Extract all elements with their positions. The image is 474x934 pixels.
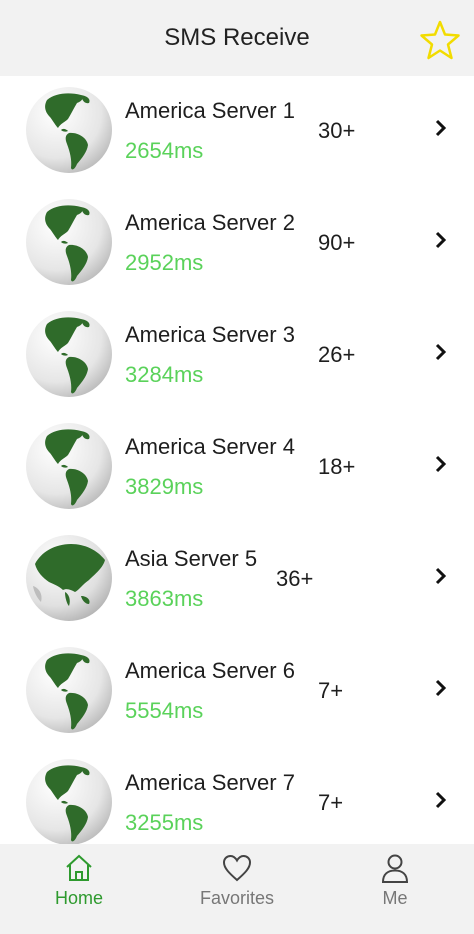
server-latency: 3863ms (125, 586, 204, 611)
americas-globe-icon (26, 87, 112, 173)
server-latency: 3255ms (125, 810, 204, 835)
americas-globe-icon (26, 759, 112, 844)
app-screen: SMS Receive America Server 1 2654ms 30+ … (0, 0, 474, 934)
app-header: SMS Receive (0, 0, 474, 76)
heart-icon (222, 854, 252, 882)
server-name: America Server 2 (125, 210, 295, 235)
server-latency: 5554ms (125, 698, 204, 723)
server-count: 7+ (318, 678, 344, 703)
server-count: 30+ (318, 118, 356, 143)
server-count: 26+ (318, 342, 356, 367)
americas-globe-icon (26, 647, 112, 733)
server-row[interactable]: America Server 7 3255ms 7+ (0, 748, 474, 844)
chevron-right-icon (435, 343, 447, 361)
americas-globe-icon (26, 423, 112, 509)
server-count: 36+ (276, 566, 314, 591)
server-count: 7+ (318, 790, 344, 815)
asia-globe-icon (26, 535, 112, 621)
chevron-right-icon (435, 679, 447, 697)
nav-home-label: Home (54, 888, 103, 908)
star-icon (420, 20, 460, 60)
nav-me[interactable]: Me (316, 844, 474, 934)
chevron-right-icon (435, 119, 447, 137)
server-name: America Server 1 (125, 98, 295, 123)
server-count: 90+ (318, 230, 356, 255)
bottom-navigation: Home Favorites Me (0, 844, 474, 934)
americas-globe-icon (26, 311, 112, 397)
server-row[interactable]: America Server 3 3284ms 26+ (0, 300, 474, 412)
server-list: America Server 1 2654ms 30+ America Serv… (0, 76, 474, 844)
chevron-right-icon (435, 567, 447, 585)
server-name: Asia Server 5 (125, 546, 258, 571)
nav-home[interactable]: Home (0, 844, 158, 934)
server-name: America Server 4 (125, 434, 295, 459)
server-name: America Server 3 (125, 322, 295, 347)
server-row[interactable]: America Server 2 2952ms 90+ (0, 188, 474, 300)
server-latency: 2654ms (125, 138, 204, 163)
server-row[interactable]: America Server 6 5554ms 7+ (0, 636, 474, 748)
server-count: 18+ (318, 454, 356, 479)
nav-favorites-label: Favorites (199, 888, 275, 908)
server-name: America Server 6 (125, 658, 295, 683)
server-latency: 3829ms (125, 474, 204, 499)
favorite-star-button[interactable] (418, 18, 462, 62)
server-row[interactable]: America Server 1 2654ms 30+ (0, 76, 474, 188)
americas-globe-icon (26, 199, 112, 285)
user-icon (381, 854, 409, 883)
page-title: SMS Receive (164, 24, 310, 51)
chevron-right-icon (435, 455, 447, 473)
server-latency: 3284ms (125, 362, 204, 387)
chevron-right-icon (435, 231, 447, 249)
home-icon (66, 854, 92, 881)
nav-me-label: Me (382, 888, 408, 908)
server-row[interactable]: Asia Server 5 3863ms 36+ (0, 524, 474, 636)
server-name: America Server 7 (125, 770, 295, 795)
chevron-right-icon (435, 791, 447, 809)
server-latency: 2952ms (125, 250, 204, 275)
server-row[interactable]: America Server 4 3829ms 18+ (0, 412, 474, 524)
nav-favorites[interactable]: Favorites (158, 844, 316, 934)
